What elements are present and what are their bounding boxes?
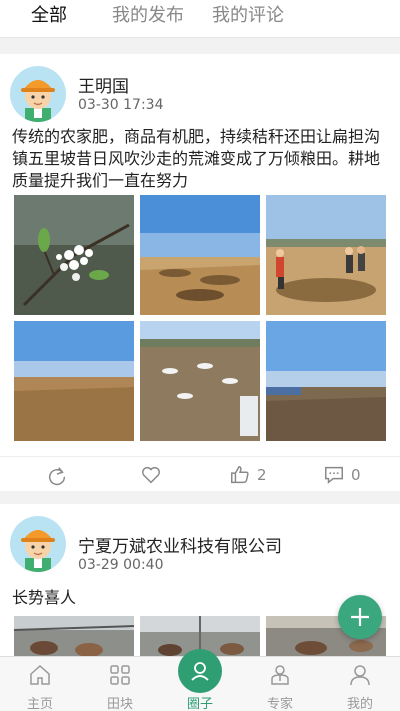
post-image[interactable] — [140, 321, 260, 441]
post-card[interactable]: 王明国 03-30 17:34 传统的农家肥，商品有机肥，持续秸秆还田让扁担沟镇… — [0, 54, 400, 491]
comment-icon — [325, 466, 343, 484]
home-icon — [30, 664, 50, 685]
tab-my-posts[interactable]: 我的发布 — [112, 0, 184, 38]
like-count: 2 — [257, 466, 267, 484]
top-tab-bar: 全部 我的发布 我的评论 — [0, 0, 400, 38]
pear-blossom-photo — [14, 195, 134, 315]
plus-icon — [351, 608, 369, 626]
nav-item-circle[interactable]: 圈子 — [160, 649, 240, 711]
post-card[interactable]: 宁夏万斌农业科技有限公司 03-29 00:40 长势喜人 — [0, 504, 400, 656]
heart-icon — [142, 466, 160, 484]
cattle-barn-photo — [14, 616, 134, 656]
share-button[interactable] — [46, 464, 68, 486]
tab-all[interactable]: 全部 — [31, 0, 67, 38]
nav-item-home[interactable]: 主页 — [0, 657, 80, 711]
farmers-field-photo — [266, 195, 386, 315]
post-image[interactable] — [266, 195, 386, 315]
post-time: 03-30 17:34 — [78, 97, 164, 113]
author-name[interactable]: 宁夏万斌农业科技有限公司 — [78, 532, 282, 557]
bottom-nav: 主页 田块 圈子 专家 我的 — [0, 649, 400, 711]
nav-item-mine[interactable]: 我的 — [320, 657, 400, 711]
avatar[interactable] — [10, 516, 66, 572]
favorite-button[interactable] — [140, 464, 162, 486]
like-button[interactable]: 2 — [229, 464, 267, 486]
bags-field-photo — [140, 321, 260, 441]
field-photo — [140, 195, 260, 315]
thumbs-up-icon — [231, 466, 249, 484]
tab-my-comments[interactable]: 我的评论 — [212, 0, 284, 38]
nav-item-expert[interactable]: 专家 — [240, 657, 320, 711]
post-image[interactable] — [14, 616, 134, 656]
expert-icon — [271, 665, 289, 685]
avatar[interactable] — [10, 66, 66, 122]
post-image[interactable] — [140, 195, 260, 315]
post-content: 传统的农家肥，商品有机肥，持续秸秆还田让扁担沟镇五里坡昔日风吹沙走的荒滩变成了万… — [12, 127, 381, 190]
nav-item-fields[interactable]: 田块 — [80, 657, 160, 711]
nav-label: 主页 — [26, 697, 53, 711]
nav-label: 我的 — [346, 697, 373, 711]
post-content: 长势喜人 — [12, 588, 77, 607]
grid-icon — [110, 665, 130, 685]
post-action-bar: 2 0 — [0, 456, 400, 491]
comment-button[interactable]: 0 — [323, 464, 361, 486]
add-post-button[interactable] — [338, 595, 382, 639]
nav-label: 圈子 — [186, 697, 213, 711]
post-image[interactable] — [14, 321, 134, 441]
post-image[interactable] — [14, 195, 134, 315]
comment-count: 0 — [351, 466, 361, 484]
field-photo — [14, 321, 134, 441]
author-name[interactable]: 王明国 — [78, 72, 129, 97]
post-image[interactable] — [266, 321, 386, 441]
circle-icon — [191, 662, 209, 681]
nav-label: 田块 — [106, 697, 133, 711]
nav-label: 专家 — [266, 697, 293, 711]
user-icon — [350, 665, 370, 686]
share-icon — [48, 467, 66, 486]
post-time: 03-29 00:40 — [78, 557, 164, 573]
field-photo — [266, 321, 386, 441]
